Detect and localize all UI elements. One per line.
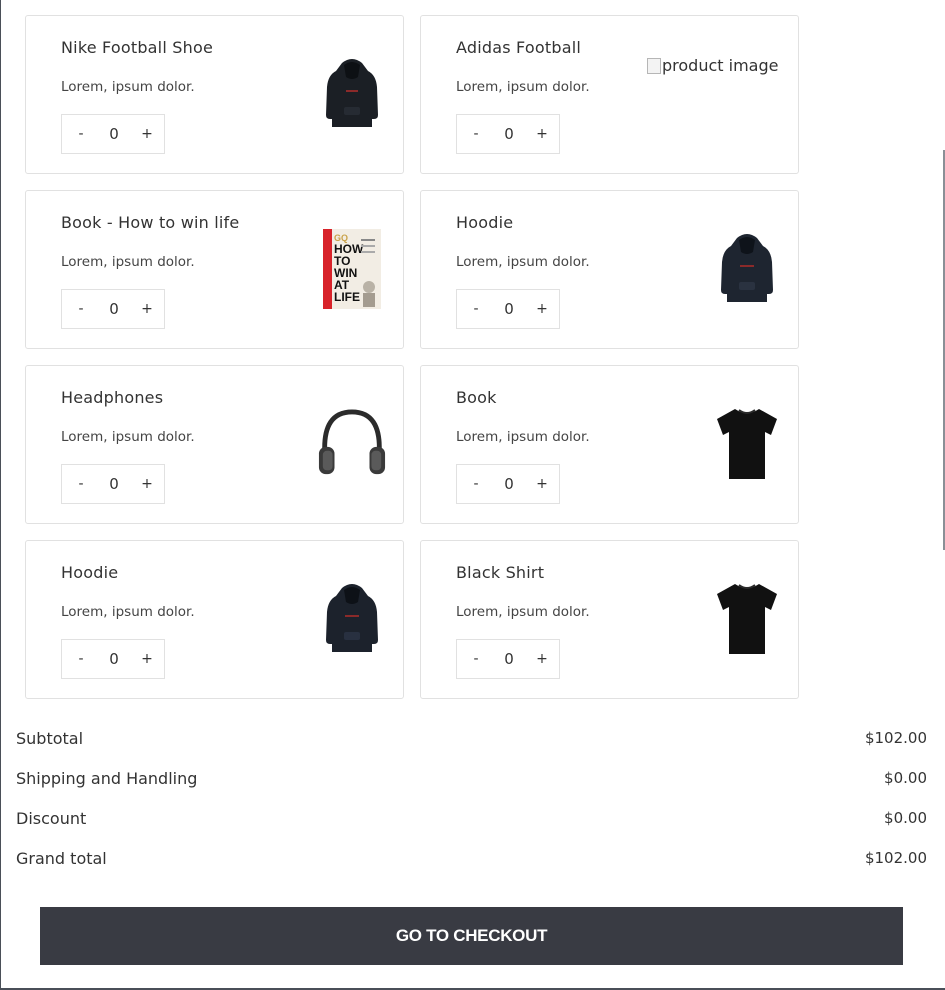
product-description: Lorem, ipsum dolor. xyxy=(61,604,195,620)
product-description: Lorem, ipsum dolor. xyxy=(456,604,590,620)
hoodie-icon xyxy=(317,54,387,134)
summary-amount: $102.00 xyxy=(864,849,927,867)
window-left-border xyxy=(0,0,1,990)
product-card: Book Lorem, ipsum dolor. - 0 + xyxy=(420,365,799,524)
product-card: Hoodie Lorem, ipsum dolor. - 0 + xyxy=(25,540,404,699)
quantity-stepper: - 0 + xyxy=(61,114,165,154)
quantity-stepper: - 0 + xyxy=(61,464,165,504)
quantity-stepper: - 0 + xyxy=(456,464,560,504)
product-description: Lorem, ipsum dolor. xyxy=(61,429,195,445)
product-title: Book xyxy=(456,388,497,407)
hoodie-icon xyxy=(317,579,387,659)
discount-row: Discount $0.00 xyxy=(16,798,927,838)
quantity-value: 0 xyxy=(504,125,514,143)
quantity-value: 0 xyxy=(109,125,119,143)
image-alt-text: product image xyxy=(662,56,779,75)
product-title: Hoodie xyxy=(456,213,514,232)
product-description: Lorem, ipsum dolor. xyxy=(61,254,195,270)
increment-button[interactable]: + xyxy=(141,126,153,142)
summary-label: Grand total xyxy=(16,848,107,868)
product-title: Adidas Football xyxy=(456,38,581,57)
quantity-value: 0 xyxy=(504,475,514,493)
increment-button[interactable]: + xyxy=(536,301,548,317)
book-cover-icon: GQ HOW TO WIN AT LIFE xyxy=(317,229,387,309)
increment-button[interactable]: + xyxy=(141,651,153,667)
subtotal-row: Subtotal $102.00 xyxy=(16,718,927,758)
broken-image-placeholder xyxy=(647,57,661,74)
product-card: Black Shirt Lorem, ipsum dolor. - 0 + xyxy=(420,540,799,699)
quantity-value: 0 xyxy=(109,300,119,318)
summary-label: Subtotal xyxy=(16,728,84,748)
product-card: Adidas Football Lorem, ipsum dolor. - 0 … xyxy=(420,15,799,174)
grand-total-row: Grand total $102.00 xyxy=(16,838,927,878)
tshirt-icon xyxy=(712,579,782,659)
order-summary: Subtotal $102.00 Shipping and Handling $… xyxy=(16,718,927,878)
increment-button[interactable]: + xyxy=(536,651,548,667)
quantity-stepper: - 0 + xyxy=(456,289,560,329)
product-description: Lorem, ipsum dolor. xyxy=(456,79,590,95)
quantity-value: 0 xyxy=(504,300,514,318)
cover-text-life: LIFE xyxy=(334,290,360,304)
shipping-row: Shipping and Handling $0.00 xyxy=(16,758,927,798)
checkout-button[interactable]: GO TO CHECKOUT xyxy=(40,907,903,965)
quantity-stepper: - 0 + xyxy=(61,639,165,679)
product-title: Hoodie xyxy=(61,563,119,582)
decrement-button[interactable]: - xyxy=(470,476,482,492)
product-card: Nike Football Shoe Lorem, ipsum dolor. -… xyxy=(25,15,404,174)
product-card: Hoodie Lorem, ipsum dolor. - 0 + xyxy=(420,190,799,349)
decrement-button[interactable]: - xyxy=(470,301,482,317)
quantity-value: 0 xyxy=(504,650,514,668)
increment-button[interactable]: + xyxy=(141,476,153,492)
product-title: Black Shirt xyxy=(456,563,545,582)
product-title: Headphones xyxy=(61,388,164,407)
quantity-value: 0 xyxy=(109,650,119,668)
product-title: Book - How to win life xyxy=(61,213,240,232)
product-grid: Nike Football Shoe Lorem, ipsum dolor. -… xyxy=(25,15,799,699)
quantity-stepper: - 0 + xyxy=(456,639,560,679)
summary-amount: $0.00 xyxy=(884,769,927,787)
increment-button[interactable]: + xyxy=(141,301,153,317)
quantity-value: 0 xyxy=(109,475,119,493)
increment-button[interactable]: + xyxy=(536,126,548,142)
product-description: Lorem, ipsum dolor. xyxy=(61,79,195,95)
tshirt-icon xyxy=(712,404,782,484)
broken-image-icon: product image xyxy=(647,56,778,75)
summary-amount: $0.00 xyxy=(884,809,927,827)
product-card: Headphones Lorem, ipsum dolor. - 0 + xyxy=(25,365,404,524)
decrement-button[interactable]: - xyxy=(75,476,87,492)
product-card: Book - How to win life Lorem, ipsum dolo… xyxy=(25,190,404,349)
headphones-icon xyxy=(317,404,387,484)
quantity-stepper: - 0 + xyxy=(61,289,165,329)
increment-button[interactable]: + xyxy=(536,476,548,492)
decrement-button[interactable]: - xyxy=(470,651,482,667)
decrement-button[interactable]: - xyxy=(75,126,87,142)
product-description: Lorem, ipsum dolor. xyxy=(456,429,590,445)
quantity-stepper: - 0 + xyxy=(456,114,560,154)
product-title: Nike Football Shoe xyxy=(61,38,213,57)
decrement-button[interactable]: - xyxy=(75,301,87,317)
decrement-button[interactable]: - xyxy=(75,651,87,667)
product-description: Lorem, ipsum dolor. xyxy=(456,254,590,270)
summary-amount: $102.00 xyxy=(864,729,927,747)
summary-label: Discount xyxy=(16,808,87,828)
hoodie-icon xyxy=(712,229,782,309)
summary-label: Shipping and Handling xyxy=(16,768,198,788)
decrement-button[interactable]: - xyxy=(470,126,482,142)
